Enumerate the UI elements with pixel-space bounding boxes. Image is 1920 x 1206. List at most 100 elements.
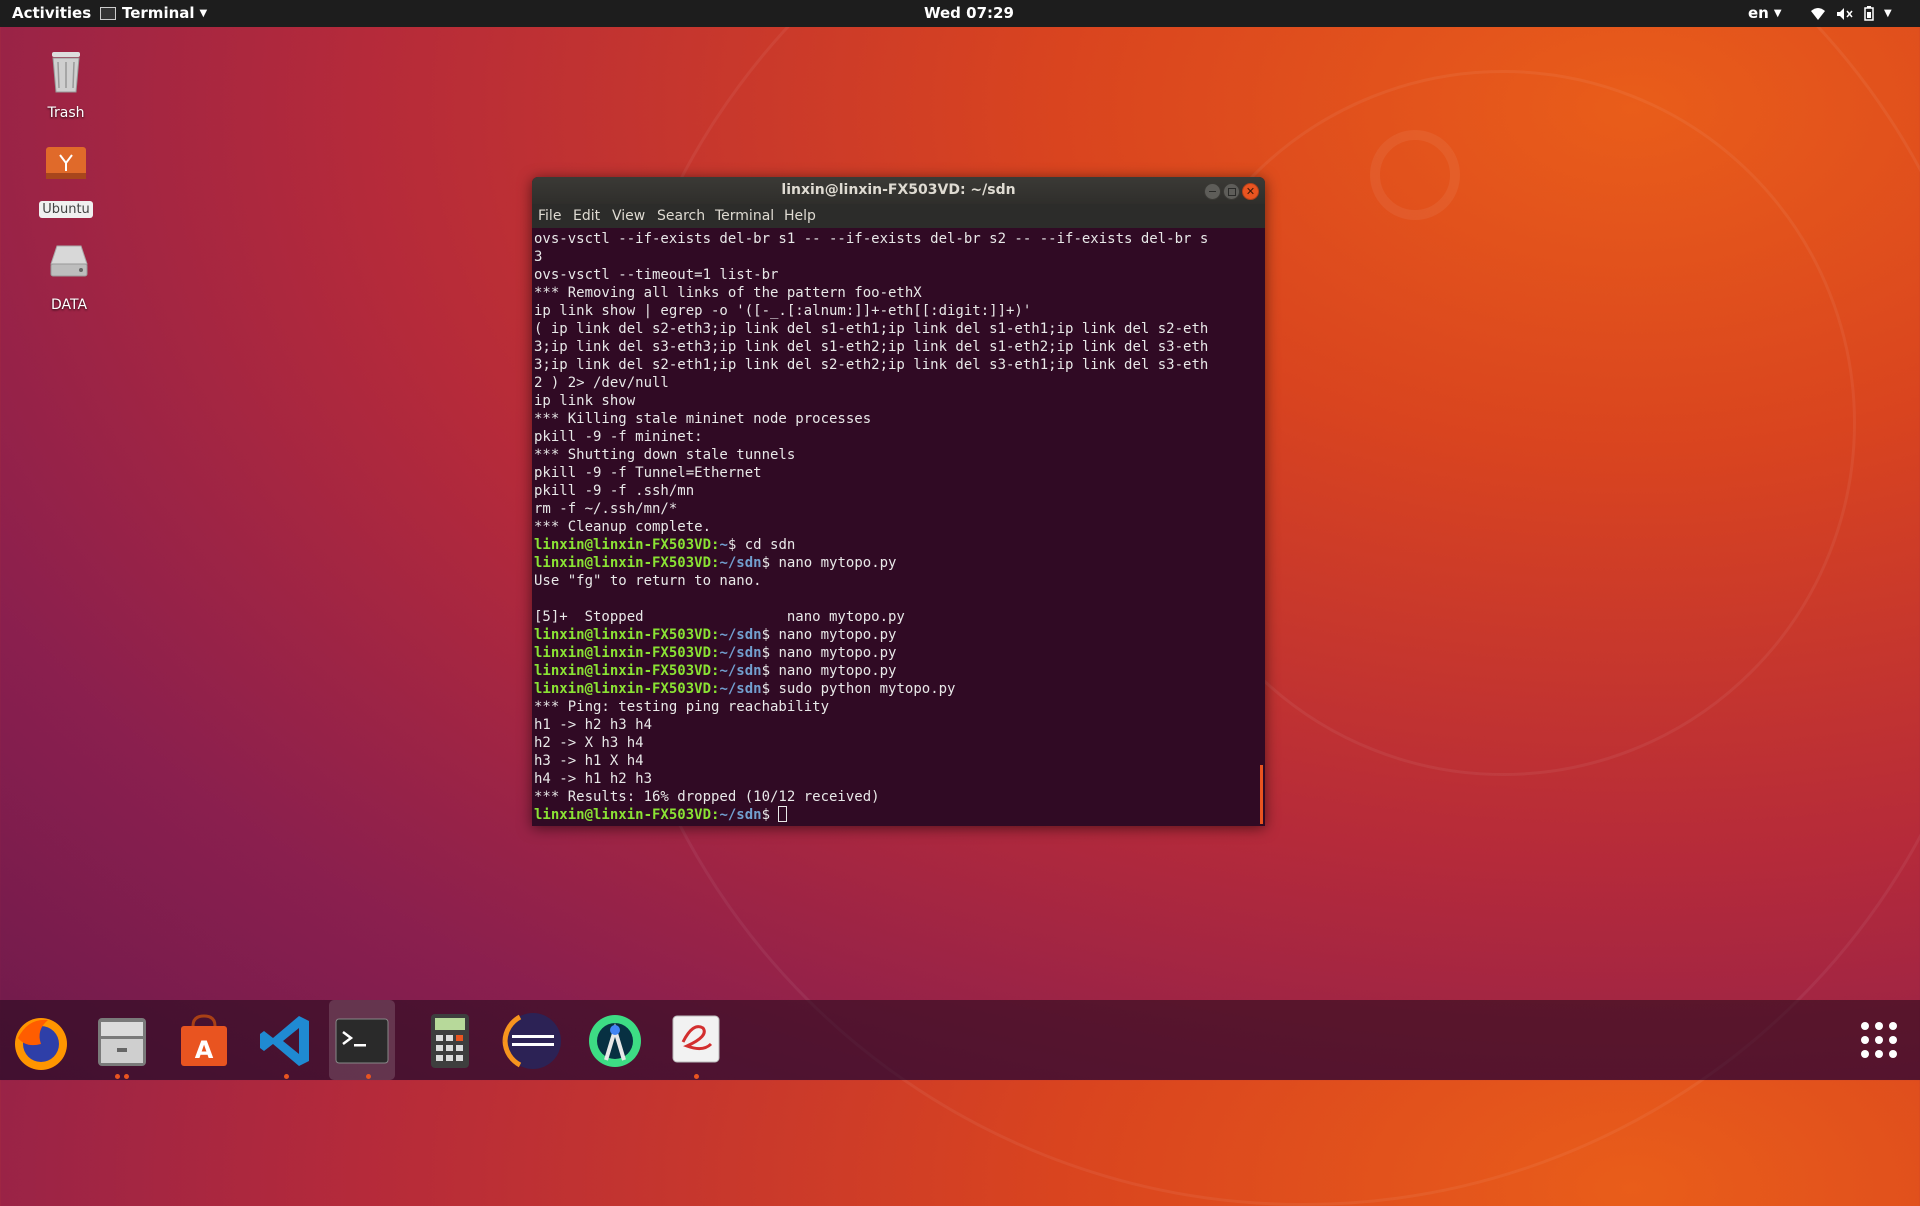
output-text: 3;ip link del s2-eth1;ip link del s2-eth… [534, 357, 1209, 373]
dock-firefox[interactable] [8, 1008, 74, 1074]
prompt-user: linxin@linxin-FX503VD [534, 663, 712, 679]
menu-file[interactable]: File [538, 204, 561, 228]
firefox-icon [15, 1018, 67, 1070]
terminal-line: linxin@linxin-FX503VD:~$ cd sdn [534, 536, 1254, 554]
prompt-path: ~/sdn [719, 627, 762, 643]
output-text: Use "fg" to return to nano. [534, 573, 762, 589]
output-text: rm -f ~/.ssh/mn/* [534, 501, 678, 517]
terminal-line: 3 [534, 248, 1254, 266]
maximize-button[interactable] [1223, 183, 1240, 200]
prompt-symbol: $ [761, 627, 771, 643]
output-text: 3;ip link del s3-eth3;ip link del s1-eth… [534, 339, 1209, 355]
dock-calculator[interactable] [417, 1008, 483, 1074]
terminal-line: *** Results: 16% dropped (10/12 received… [534, 788, 1254, 806]
minimize-button[interactable] [1204, 183, 1221, 200]
top-bar: Activities Terminal ▼ Wed 07:29 en ▼ ▼ [0, 0, 1920, 27]
terminal-line: h1 -> h2 h3 h4 [534, 716, 1254, 734]
dock-android-studio[interactable] [582, 1008, 648, 1074]
terminal-line: [5]+ Stopped nano mytopo.py [534, 608, 1254, 626]
menu-view[interactable]: View [612, 204, 645, 228]
output-text: ovs-vsctl --timeout=1 list-br [534, 267, 779, 283]
command-text: nano mytopo.py [770, 663, 897, 679]
menu-help[interactable]: Help [784, 204, 816, 228]
terminal-line: ip link show | egrep -o '([-_.[:alnum:]]… [534, 302, 1254, 320]
language-menu[interactable]: en ▼ [1748, 0, 1782, 27]
window-titlebar[interactable]: linxin@linxin-FX503VD: ~/sdn ✕ [532, 177, 1265, 204]
output-text: [5]+ Stopped nano mytopo.py [534, 609, 905, 625]
output-text: *** Killing stale mininet node processes [534, 411, 872, 427]
text-cursor [778, 806, 788, 822]
dock-show-applications[interactable] [1846, 1008, 1912, 1074]
wifi-icon [1811, 7, 1825, 20]
terminal-line: h3 -> h1 X h4 [534, 752, 1254, 770]
window-title: linxin@linxin-FX503VD: ~/sdn [781, 182, 1016, 198]
output-text: h4 -> h1 h2 h3 [534, 771, 653, 787]
terminal-line: pkill -9 -f Tunnel=Ethernet [534, 464, 1254, 482]
terminal-line: 3;ip link del s3-eth3;ip link del s1-eth… [534, 338, 1254, 356]
dock-vscode[interactable] [253, 1008, 319, 1074]
terminal-line: pkill -9 -f .ssh/mn [534, 482, 1254, 500]
command-text: nano mytopo.py [770, 555, 897, 571]
dock-terminal[interactable] [329, 1000, 395, 1080]
prompt-symbol: $ [761, 807, 771, 823]
terminal-line: 2 ) 2> /dev/null [534, 374, 1254, 392]
desktop-icon-data[interactable]: DATA [24, 236, 114, 314]
command-text: nano mytopo.py [770, 627, 897, 643]
terminal-line: *** Ping: testing ping reachability [534, 698, 1254, 716]
desktop-icon-trash[interactable]: Trash [21, 44, 111, 122]
running-indicator [694, 1074, 699, 1079]
desktop-icon-ubuntu[interactable]: Ubuntu [21, 141, 111, 218]
app-menu[interactable]: Terminal ▼ [100, 0, 207, 27]
menu-edit[interactable]: Edit [573, 204, 600, 228]
prompt-path: ~/sdn [719, 555, 762, 571]
terminal-line: *** Shutting down stale tunnels [534, 446, 1254, 464]
output-text: *** Ping: testing ping reachability [534, 699, 830, 715]
dock-eclipse[interactable] [500, 1008, 566, 1074]
system-menu[interactable]: ▼ [1810, 0, 1892, 27]
close-button[interactable]: ✕ [1242, 183, 1259, 200]
ubuntu-drive-icon [46, 147, 86, 179]
terminal-output[interactable]: ovs-vsctl --if-exists del-br s1 -- --if-… [534, 230, 1254, 824]
dock-software[interactable]: A [171, 1008, 237, 1074]
dock: A [0, 1000, 1920, 1080]
dock-pdf-viewer[interactable] [663, 1008, 729, 1074]
prompt-symbol: $ [761, 555, 771, 571]
prompt-user: linxin@linxin-FX503VD [534, 627, 712, 643]
terminal-line: rm -f ~/.ssh/mn/* [534, 500, 1254, 518]
output-text: ip link show | egrep -o '([-_.[:alnum:]]… [534, 303, 1032, 319]
terminal-line: ovs-vsctl --timeout=1 list-br [534, 266, 1254, 284]
command-text [770, 807, 778, 823]
prompt-path: ~/sdn [719, 645, 762, 661]
software-center-icon: A [181, 1014, 227, 1066]
activities-button[interactable]: Activities [12, 0, 91, 27]
menu-terminal[interactable]: Terminal [715, 204, 774, 228]
output-text: 3 [534, 249, 543, 265]
terminal-scrollbar[interactable] [1260, 765, 1263, 824]
language-label: en [1748, 4, 1769, 22]
prompt-user: linxin@linxin-FX503VD [534, 555, 712, 571]
minimize-icon [1209, 191, 1216, 192]
battery-icon [1864, 6, 1874, 21]
output-text: pkill -9 -f Tunnel=Ethernet [534, 465, 762, 481]
prompt-symbol: $ [761, 681, 771, 697]
terminal-line: linxin@linxin-FX503VD:~/sdn$ nano mytopo… [534, 554, 1254, 572]
output-text: ovs-vsctl --if-exists del-br s1 -- --if-… [534, 231, 1209, 247]
terminal-line: linxin@linxin-FX503VD:~/sdn$ nano mytopo… [534, 644, 1254, 662]
prompt-path: ~/sdn [719, 681, 762, 697]
terminal-line: pkill -9 -f mininet: [534, 428, 1254, 446]
clock[interactable]: Wed 07:29 [924, 0, 1014, 27]
output-text: h3 -> h1 X h4 [534, 753, 644, 769]
close-icon: ✕ [1245, 185, 1256, 198]
terminal-line: h2 -> X h3 h4 [534, 734, 1254, 752]
output-text: ( ip link del s2-eth3;ip link del s1-eth… [534, 321, 1209, 337]
prompt-symbol: $ [761, 645, 771, 661]
dock-files[interactable] [89, 1008, 155, 1074]
menu-search[interactable]: Search [657, 204, 705, 228]
output-text: 2 ) 2> /dev/null [534, 375, 669, 391]
output-text: *** Shutting down stale tunnels [534, 447, 796, 463]
command-text: nano mytopo.py [770, 645, 897, 661]
output-text: h2 -> X h3 h4 [534, 735, 644, 751]
terminal-line: Use "fg" to return to nano. [534, 572, 1254, 590]
app-menu-label: Terminal [122, 4, 195, 22]
terminal-line: ( ip link del s2-eth3;ip link del s1-eth… [534, 320, 1254, 338]
